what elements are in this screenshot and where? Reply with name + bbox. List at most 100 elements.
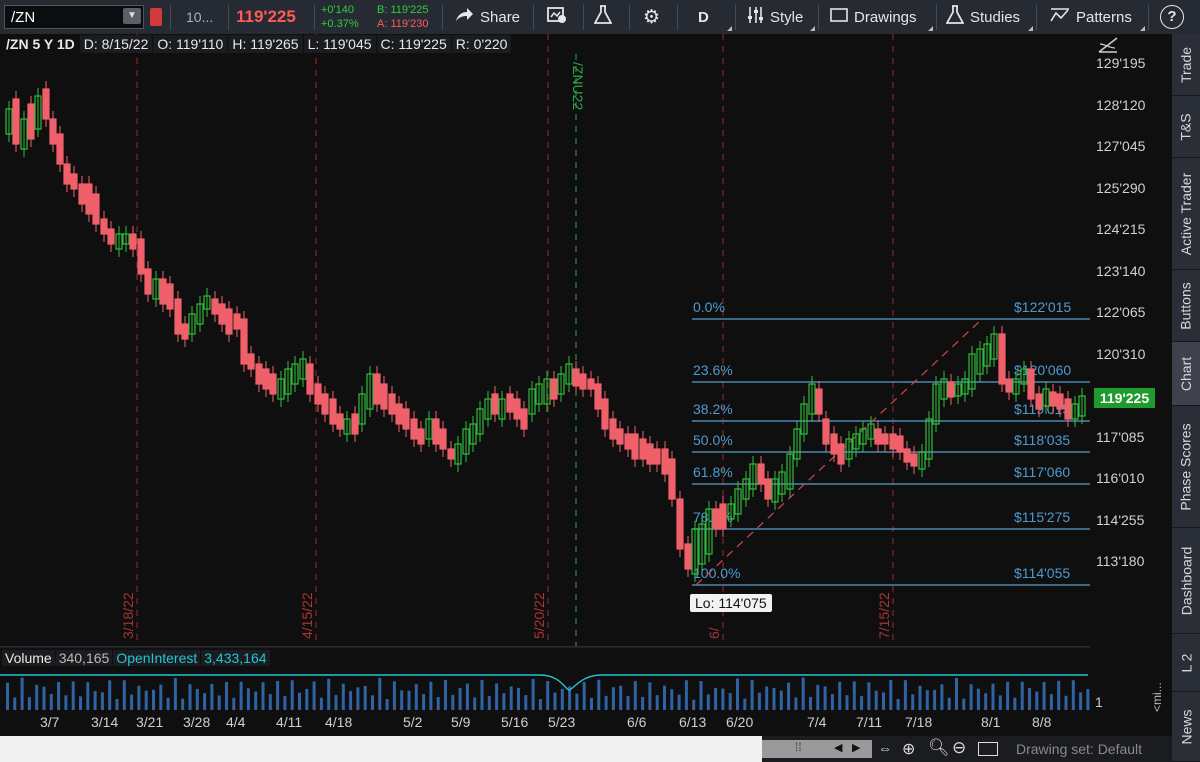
volume-bar bbox=[626, 696, 630, 710]
volume-bar bbox=[444, 679, 447, 710]
volume-bar bbox=[27, 697, 31, 710]
patterns-button[interactable]: Patterns bbox=[1050, 0, 1132, 34]
volume-bar bbox=[611, 687, 615, 710]
volume-bar bbox=[407, 690, 411, 710]
volume-bar bbox=[998, 695, 1002, 710]
drawings-button[interactable]: Drawings bbox=[830, 0, 917, 34]
volume-axis-units: <mi... bbox=[1150, 682, 1164, 712]
volume-bar bbox=[940, 684, 944, 710]
symbol-dropdown-icon[interactable]: ▼ bbox=[123, 8, 141, 24]
chart-plot-area[interactable] bbox=[0, 34, 1090, 646]
right-tab-phase-scores[interactable]: Phase Scores bbox=[1172, 406, 1200, 528]
expand-icon[interactable]: ⇔ bbox=[878, 740, 892, 756]
drawings-label: Drawings bbox=[854, 8, 917, 26]
candle-body bbox=[587, 378, 595, 390]
volume-label[interactable]: Volume bbox=[2, 650, 55, 666]
axis-tool-icon[interactable] bbox=[1097, 36, 1119, 54]
candle-body bbox=[447, 448, 455, 460]
candle-body bbox=[874, 428, 882, 445]
date-axis[interactable]: 3/7 3/14 3/21 3/28 4/4 4/11 4/18 5/2 5/9 5/16 5/23… bbox=[0, 714, 1090, 734]
style-button[interactable]: Style bbox=[746, 0, 803, 34]
right-tab-t-s[interactable]: T&S bbox=[1172, 96, 1200, 158]
volume-bar bbox=[787, 682, 791, 710]
fib-level-price: $114'055 bbox=[1014, 565, 1070, 581]
period-selector[interactable]: D bbox=[698, 0, 709, 34]
scroll-right-icon[interactable]: ▶ bbox=[852, 741, 860, 754]
help-button[interactable]: ? bbox=[1160, 0, 1184, 34]
volume-bar bbox=[298, 692, 301, 710]
price-chart[interactable]: 3/18/22 4/15/22 5/20/22 6/7/15/22 0.0% $122'0… bbox=[0, 34, 1172, 736]
right-tab-label: Chart bbox=[1178, 356, 1195, 391]
price-axis[interactable]: 129'195 128'120 127'045 125'290 124'215 123'1… bbox=[1090, 34, 1172, 646]
symbol-input[interactable]: /ZN ▼ bbox=[4, 5, 144, 29]
volume-bar bbox=[619, 685, 623, 710]
scroll-track[interactable] bbox=[0, 736, 762, 762]
candle-body bbox=[639, 438, 647, 460]
candle-body bbox=[137, 238, 145, 275]
right-tab-chart[interactable]: Chart bbox=[1172, 342, 1200, 406]
right-tab-news[interactable]: News bbox=[1172, 692, 1200, 762]
fit-icon[interactable] bbox=[978, 742, 998, 756]
volume-bar bbox=[663, 685, 666, 710]
right-tab-l-2[interactable]: L 2 bbox=[1172, 634, 1200, 692]
thinklab-button[interactable] bbox=[593, 0, 618, 34]
volume-bar bbox=[648, 682, 652, 710]
candle-body bbox=[129, 233, 137, 250]
volume-bar bbox=[473, 697, 477, 710]
volume-bar bbox=[955, 678, 958, 710]
volume-bar bbox=[341, 683, 345, 710]
open-interest-label[interactable]: OpenInterest bbox=[113, 650, 201, 666]
scroll-left-icon[interactable]: ◀ bbox=[834, 741, 842, 754]
zoom-out-icon[interactable]: ⊖ bbox=[952, 738, 966, 758]
last-price: 119'225 bbox=[236, 7, 296, 26]
volume-bar bbox=[13, 697, 17, 710]
volume-bar bbox=[115, 699, 119, 710]
chart-scroll-bar[interactable]: ⁞⁞ ◀ ▶ ⇔ ⊕ 🔍︎ ⊖ Drawing set: Default bbox=[0, 736, 1172, 762]
volume-bar bbox=[363, 685, 367, 710]
studies-label: Studies bbox=[970, 8, 1021, 26]
right-tab-trade[interactable]: Trade bbox=[1172, 34, 1200, 96]
chart-symbol-label[interactable]: /ZN 5 Y 1D bbox=[2, 35, 79, 53]
candle-body bbox=[255, 363, 263, 385]
date-tick-label: 7/11 bbox=[856, 714, 883, 730]
volume-bar bbox=[852, 681, 856, 710]
studies-button[interactable]: Studies bbox=[945, 0, 1021, 34]
candle-body bbox=[351, 413, 359, 435]
right-tab-buttons[interactable]: Buttons bbox=[1172, 270, 1200, 342]
settings-button[interactable]: ⚙ bbox=[643, 0, 666, 34]
zoom-in-icon[interactable]: 🔍︎ bbox=[928, 738, 950, 758]
candle-body bbox=[837, 443, 845, 465]
candle-body bbox=[225, 308, 233, 335]
crosshair-icon[interactable]: ⊕ bbox=[902, 739, 915, 759]
price-tick-label: 120'310 bbox=[1096, 345, 1146, 362]
volume-bar bbox=[203, 693, 207, 710]
right-tab-active-trader[interactable]: Active Trader bbox=[1172, 158, 1200, 270]
volume-bar bbox=[750, 679, 754, 710]
candle-body bbox=[373, 373, 381, 405]
drawing-set-label[interactable]: Drawing set: Default bbox=[1016, 741, 1142, 757]
date-tick-label: 7/4 bbox=[807, 714, 827, 730]
quantity-field[interactable]: 10... bbox=[186, 0, 213, 34]
candle-body bbox=[684, 543, 692, 570]
drawings-menu-icon bbox=[928, 26, 933, 31]
volume-bar bbox=[173, 678, 177, 710]
period-menu-icon bbox=[727, 26, 732, 31]
volume-bar bbox=[546, 681, 550, 710]
volume-bar bbox=[962, 698, 966, 710]
right-tab-label: T&S bbox=[1177, 112, 1194, 141]
volume-bar bbox=[86, 682, 90, 710]
share-button[interactable]: Share bbox=[454, 0, 520, 34]
candle-body bbox=[594, 383, 602, 410]
candle-body bbox=[881, 433, 889, 445]
right-tab-dashboard[interactable]: Dashboard bbox=[1172, 528, 1200, 634]
alert-badge-icon[interactable] bbox=[150, 8, 162, 26]
fib-level-price: $122'015 bbox=[1014, 299, 1071, 315]
scroll-thumb[interactable]: ⁞⁞ ◀ ▶ bbox=[762, 740, 872, 758]
candle-body bbox=[314, 383, 322, 405]
chart-info-line: /ZN 5 Y 1D D: 8/15/22 O: 119'110 H: 119'… bbox=[2, 35, 512, 53]
candle-body bbox=[107, 228, 115, 245]
candle-body bbox=[395, 403, 403, 425]
candle-body bbox=[78, 183, 86, 205]
snapshot-button[interactable] bbox=[547, 0, 573, 34]
event-vline-label: 3/18/22 bbox=[120, 592, 136, 639]
